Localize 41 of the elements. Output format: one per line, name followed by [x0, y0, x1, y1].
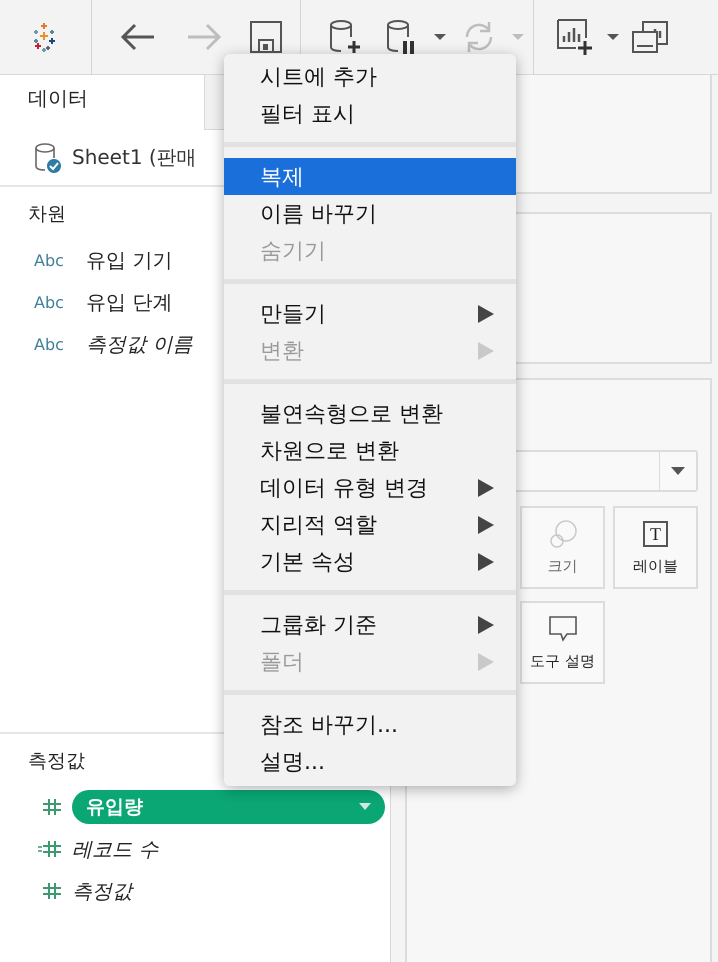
caret-icon[interactable]: [607, 33, 619, 41]
field-name[interactable]: 측정값 이름: [86, 330, 192, 358]
menu-item[interactable]: 참조 바꾸기...: [224, 706, 516, 743]
size-icon: [548, 519, 578, 549]
menu-item[interactable]: 이름 바꾸기: [224, 195, 516, 232]
menu-item[interactable]: 복제: [224, 158, 516, 195]
menu-item[interactable]: 데이터 유형 변경: [224, 469, 516, 506]
field-name[interactable]: 유입 기기: [86, 246, 172, 274]
section-title: 차원: [28, 202, 66, 227]
menu-item[interactable]: 지리적 역할: [224, 506, 516, 543]
menu-item[interactable]: 불연속형으로 변환: [224, 395, 516, 432]
size-card[interactable]: 크기: [520, 506, 605, 589]
tooltip-icon: [548, 615, 578, 643]
menu-item[interactable]: 차원으로 변환: [224, 432, 516, 469]
datasource-name[interactable]: Sheet1 (판매: [72, 144, 197, 171]
tooltip-card[interactable]: 도구 설명: [520, 601, 605, 684]
card-label: 도구 설명: [530, 652, 595, 671]
menu-item[interactable]: 만들기: [224, 295, 516, 332]
database-add-icon[interactable]: [328, 18, 362, 56]
save-icon[interactable]: [249, 20, 283, 54]
dashboard-icon[interactable]: [631, 20, 669, 54]
text-icon: T: [643, 521, 668, 547]
menu-item[interactable]: 시트에 추가: [224, 58, 516, 95]
string-type-icon: Abc: [34, 250, 86, 270]
card-label: 레이블: [633, 557, 678, 576]
label-card[interactable]: T 레이블: [613, 506, 698, 589]
field-name[interactable]: 유입 단계: [86, 288, 172, 316]
string-type-icon: Abc: [34, 292, 86, 312]
menu-item[interactable]: 그룹화 기준: [224, 606, 516, 643]
menu-item[interactable]: 필터 표시: [224, 95, 516, 132]
field-name[interactable]: 레코드 수: [72, 836, 158, 862]
menu-item[interactable]: 설명...: [224, 743, 516, 780]
caret-icon[interactable]: [434, 33, 446, 41]
section-title: 측정값: [28, 749, 85, 774]
chart-add-icon[interactable]: [556, 18, 594, 56]
database-check-icon: [34, 142, 62, 174]
menu-item[interactable]: 기본 속성: [224, 543, 516, 580]
card-label: 크기: [548, 557, 578, 576]
string-type-icon: Abc: [34, 334, 86, 354]
dropdown-arrow-icon[interactable]: [671, 467, 685, 475]
field-name[interactable]: 측정값: [72, 878, 132, 904]
